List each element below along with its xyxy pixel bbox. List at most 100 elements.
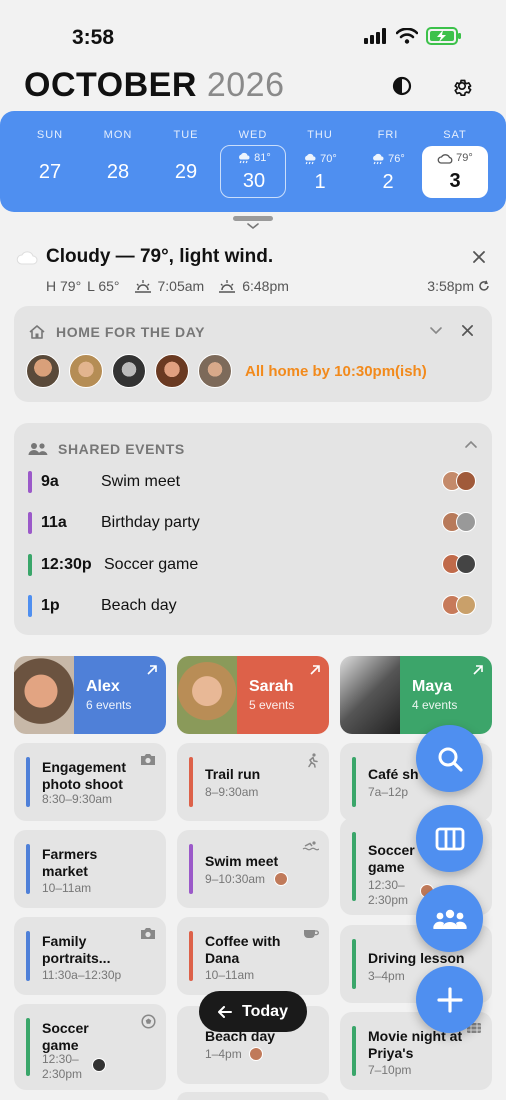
avatar[interactable] xyxy=(112,354,146,388)
avatar xyxy=(249,1047,263,1061)
card-title: HOME FOR THE DAY xyxy=(56,324,206,340)
event-color-bar xyxy=(352,1026,356,1076)
shared-event-row[interactable]: 11a Birthday party xyxy=(28,510,476,536)
avatar xyxy=(456,554,476,574)
cloud-icon xyxy=(437,153,453,164)
event-color-bar xyxy=(28,554,32,576)
weather-details: H 79° L 65° 7:05am 6:48pm xyxy=(46,278,289,294)
close-icon[interactable] xyxy=(461,324,474,337)
arrow-left-icon xyxy=(218,1005,233,1018)
theme-toggle-button[interactable] xyxy=(388,72,416,100)
event-tile[interactable]: Trail run 8–9:30am xyxy=(177,743,329,821)
arrow-up-right-icon xyxy=(147,665,157,675)
camera-icon xyxy=(141,754,155,765)
chevron-down-icon[interactable] xyxy=(429,326,443,336)
search-button[interactable] xyxy=(416,725,483,792)
event-tile[interactable]: Engagement photo shoot 8:30–9:30am xyxy=(14,743,166,821)
week-strip: SUN 27 MON 28 TUE 29 WED 81° 30 THU 70° … xyxy=(0,111,506,212)
rain-cloud-icon xyxy=(239,152,250,164)
person-card-maya[interactable]: Maya 4 events xyxy=(340,656,492,734)
shared-event-row[interactable]: 12:30p Soccer game xyxy=(28,552,476,578)
page-title: OCTOBER 2026 xyxy=(24,66,284,105)
day-mon[interactable]: MON 28 xyxy=(85,111,151,212)
arrow-up-right-icon xyxy=(310,665,320,675)
settings-button[interactable] xyxy=(448,72,476,100)
day-sat-selected[interactable]: 79° 3 xyxy=(422,146,488,198)
house-icon xyxy=(29,325,45,339)
day-wed-today[interactable]: 81° 30 xyxy=(220,145,286,198)
event-color-bar xyxy=(28,512,32,534)
weather-updated[interactable]: 3:58pm xyxy=(427,278,490,294)
event-tile[interactable] xyxy=(177,1092,329,1100)
plus-icon xyxy=(436,986,463,1013)
event-color-bar xyxy=(189,1020,193,1084)
battery-charging-icon xyxy=(426,27,461,45)
people-icon xyxy=(28,443,48,455)
home-for-the-day-card: HOME FOR THE DAY All home by 10:30pm(ish… xyxy=(14,306,492,402)
rain-cloud-icon xyxy=(305,153,316,165)
month-label: OCTOBER xyxy=(24,66,197,104)
family-button[interactable] xyxy=(416,885,483,952)
event-color-bar xyxy=(26,757,30,807)
day-thu[interactable]: THU 70° 1 xyxy=(287,111,353,212)
event-color-bar xyxy=(189,757,193,807)
event-tile[interactable]: Soccer game 12:30–2:30pm xyxy=(14,1004,166,1090)
rain-cloud-icon xyxy=(373,153,384,165)
day-tue[interactable]: TUE 29 xyxy=(153,111,219,212)
shared-events-card: SHARED EVENTS 9a Swim meet 11a Birthday … xyxy=(14,423,492,635)
add-event-button[interactable] xyxy=(416,966,483,1033)
avatar xyxy=(456,512,476,532)
event-color-bar xyxy=(28,471,32,493)
chevron-down-icon xyxy=(247,223,259,230)
dow-wed: WED xyxy=(238,129,268,141)
avatar xyxy=(177,656,237,734)
columns-icon xyxy=(435,827,464,850)
year-label: 2026 xyxy=(206,66,285,104)
chevron-up-icon[interactable] xyxy=(464,439,478,449)
event-color-bar xyxy=(189,844,193,894)
avatar xyxy=(456,471,476,491)
refresh-icon xyxy=(479,280,489,291)
event-tile[interactable]: Swim meet 9–10:30am xyxy=(177,830,329,908)
avatar xyxy=(92,1058,106,1072)
today-button[interactable]: Today xyxy=(199,991,307,1032)
avatar xyxy=(340,656,400,734)
day-sun[interactable]: SUN 27 xyxy=(17,111,83,212)
avatar[interactable] xyxy=(26,354,60,388)
status-bar: 3:58 xyxy=(0,0,506,62)
event-color-bar xyxy=(352,757,356,807)
person-card-sarah[interactable]: Sarah 5 events xyxy=(177,656,329,734)
event-color-bar xyxy=(28,595,32,617)
avatar[interactable] xyxy=(198,354,232,388)
columns-view-button[interactable] xyxy=(416,805,483,872)
avatar xyxy=(14,656,74,734)
wifi-icon xyxy=(396,28,418,44)
event-color-bar xyxy=(189,931,193,981)
event-tile[interactable]: Coffee with Dana 10–11am xyxy=(177,917,329,995)
avatar[interactable] xyxy=(69,354,103,388)
cellular-signal-icon xyxy=(364,28,386,44)
avatar xyxy=(456,595,476,615)
sheet-grabber[interactable] xyxy=(233,216,273,221)
soccer-ball-icon xyxy=(141,1014,156,1029)
clock: 3:58 xyxy=(72,26,115,49)
calendar-header: OCTOBER 2026 xyxy=(24,66,482,106)
event-tile[interactable]: Family portraits... 11:30a–12:30p xyxy=(14,917,166,995)
low-temp: L 65° xyxy=(87,278,120,294)
card-title: SHARED EVENTS xyxy=(58,441,185,457)
shared-event-row[interactable]: 1p Beach day xyxy=(28,593,476,619)
avatar[interactable] xyxy=(155,354,189,388)
search-icon xyxy=(438,747,463,772)
day-fri[interactable]: FRI 76° 2 xyxy=(355,111,421,212)
close-icon xyxy=(473,251,485,263)
coffee-cup-icon xyxy=(304,930,319,938)
dismiss-weather-button[interactable] xyxy=(472,250,486,269)
event-color-bar xyxy=(26,1018,30,1076)
sunrise-time: 7:05am xyxy=(157,278,205,294)
camera-icon xyxy=(141,928,155,939)
shared-event-row[interactable]: 9a Swim meet xyxy=(28,469,476,495)
event-tile[interactable]: Farmers market 10–11am xyxy=(14,830,166,908)
sunrise-icon xyxy=(134,280,151,293)
person-card-alex[interactable]: Alex 6 events xyxy=(14,656,166,734)
group-icon xyxy=(432,909,467,929)
